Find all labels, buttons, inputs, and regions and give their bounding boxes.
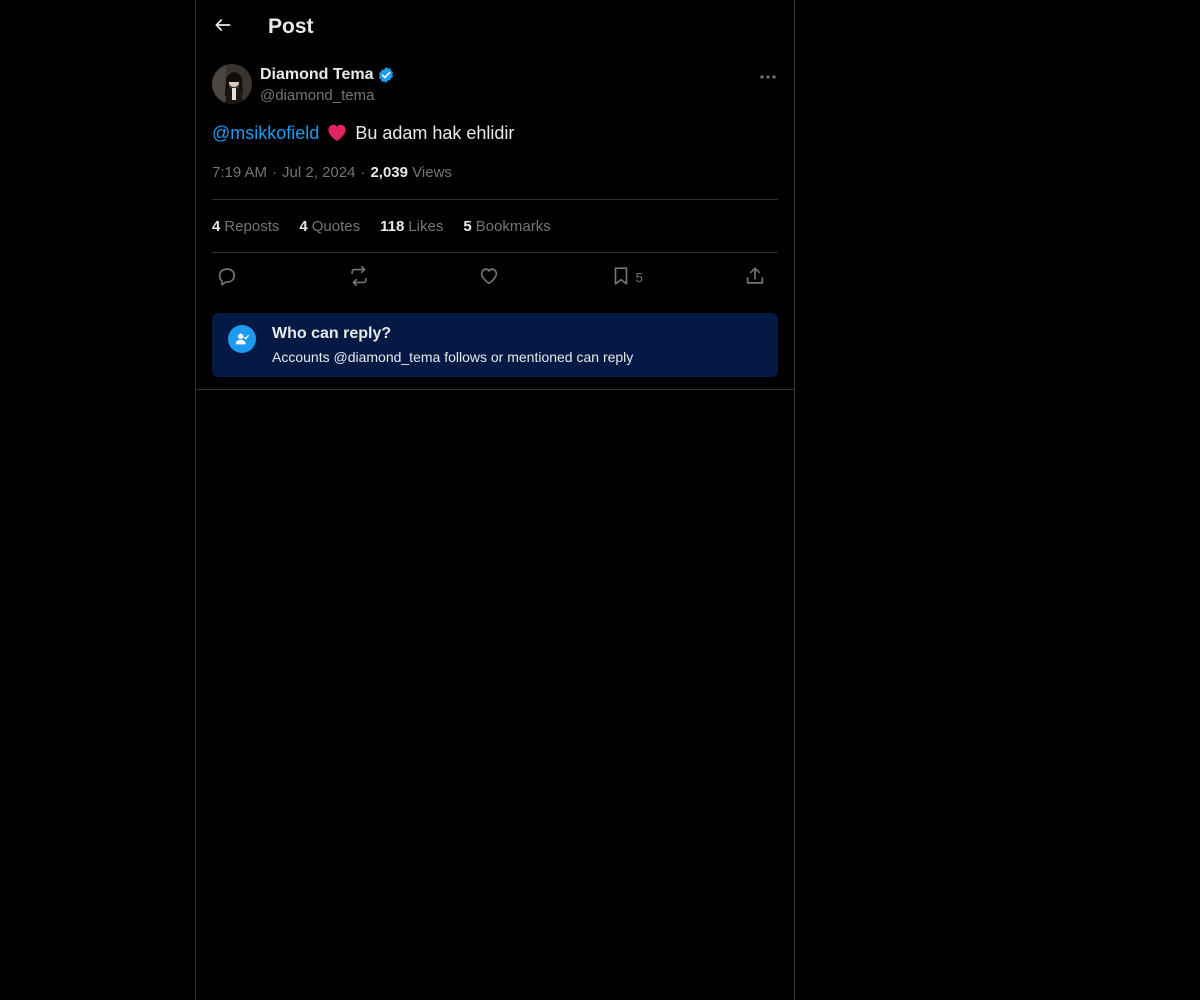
repost-button[interactable] xyxy=(347,265,377,290)
top-bar: Post xyxy=(196,0,794,53)
likes-stat[interactable]: 118 Likes xyxy=(380,218,443,235)
quotes-stat[interactable]: 4 Quotes xyxy=(299,218,360,235)
person-check-icon xyxy=(228,325,256,353)
like-button[interactable] xyxy=(478,265,508,290)
meta-separator: · xyxy=(360,164,366,181)
bookmark-count: 5 xyxy=(635,269,643,285)
author-row: Diamond Tema @diamond_tema xyxy=(212,64,778,106)
likes-count: 118 xyxy=(380,217,405,235)
post-column: Post Diamond Tema @diamond_tema @msikkof… xyxy=(195,0,795,1000)
author-names: Diamond Tema @diamond_tema xyxy=(260,64,395,106)
bookmarks-count: 5 xyxy=(463,217,472,235)
bookmark-button[interactable]: 5 xyxy=(610,265,643,290)
display-name[interactable]: Diamond Tema xyxy=(260,66,374,84)
page-title: Post xyxy=(268,15,314,38)
more-options-button[interactable] xyxy=(758,66,778,86)
reposts-stat[interactable]: 4 Reposts xyxy=(212,218,279,235)
author-handle[interactable]: @diamond_tema xyxy=(260,86,395,106)
reposts-count: 4 xyxy=(212,217,221,235)
like-icon xyxy=(478,265,500,290)
reposts-label: Reposts xyxy=(224,217,280,235)
verified-badge-icon xyxy=(377,66,395,84)
views-count: 2,039 xyxy=(370,164,408,181)
post-stats: 4 Reposts 4 Quotes 118 Likes 5 Bookmarks xyxy=(212,200,778,253)
post-date[interactable]: Jul 2, 2024 xyxy=(282,164,355,181)
more-horizontal-icon xyxy=(760,67,776,85)
divider xyxy=(196,389,794,390)
meta-separator: · xyxy=(272,164,278,181)
share-icon xyxy=(744,265,766,290)
display-name-row: Diamond Tema xyxy=(260,64,395,86)
reply-button[interactable] xyxy=(216,265,246,290)
heart-icon xyxy=(326,122,348,149)
quotes-label: Quotes xyxy=(311,217,361,235)
avatar[interactable] xyxy=(212,64,252,104)
post-text: @msikkofield Bu adam hak ehlidir xyxy=(212,120,778,149)
post-meta: 7:19 AM · Jul 2, 2024 · 2,039 Views xyxy=(212,163,778,200)
repost-icon xyxy=(347,265,371,290)
post: Diamond Tema @diamond_tema @msikkofield … xyxy=(212,64,778,377)
who-can-reply-description: Accounts @diamond_tema follows or mentio… xyxy=(272,349,634,365)
quotes-count: 4 xyxy=(299,217,308,235)
bookmarks-stat[interactable]: 5 Bookmarks xyxy=(463,218,550,235)
reply-icon xyxy=(216,265,238,290)
share-button[interactable] xyxy=(744,265,774,290)
mention-link[interactable]: @msikkofield xyxy=(212,123,319,143)
post-body: Bu adam hak ehlidir xyxy=(355,123,515,143)
back-button[interactable] xyxy=(208,12,238,42)
post-time[interactable]: 7:19 AM xyxy=(212,164,267,181)
arrow-left-icon xyxy=(213,15,233,40)
who-can-reply-title: Who can reply? xyxy=(272,325,392,342)
views-label: Views xyxy=(412,164,452,181)
bookmark-icon xyxy=(610,265,632,290)
action-bar: 5 xyxy=(212,253,778,301)
likes-label: Likes xyxy=(408,217,444,235)
who-can-reply-box: Who can reply? Accounts @diamond_tema fo… xyxy=(212,313,778,377)
bookmarks-label: Bookmarks xyxy=(475,217,551,235)
